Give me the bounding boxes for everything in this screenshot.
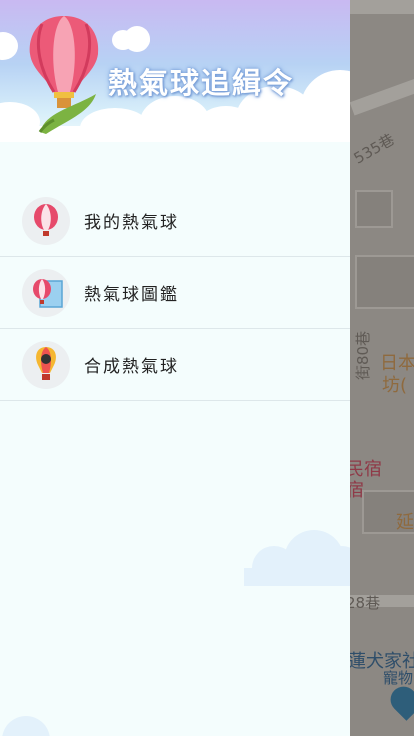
map-label-yan: 延 [396,512,414,533]
menu-item-balloon-guide[interactable]: 熱氣球圖鑑 [0,257,350,329]
balloon-guide-icon [22,268,70,317]
menu-item-my-balloon[interactable]: 我的熱氣球 [0,185,350,257]
map-label-street-80: 街80巷 [354,330,373,381]
map-block [355,190,393,228]
balloon-icon [22,196,70,245]
map-block [355,255,414,309]
navigation-drawer: 熱氣球追緝令 我的熱氣球 熱氣球圖鑑 合成熱氣球 [0,0,350,736]
map-label-lane-535: 535巷 [350,130,398,168]
decorative-cloud [244,530,350,586]
map-label-pet: 寵物 [383,669,414,687]
menu-item-balloon-synthesis[interactable]: 合成熱氣球 [0,329,350,401]
menu-label: 合成熱氣球 [84,357,179,377]
drawer-menu: 我的熱氣球 熱氣球圖鑑 合成熱氣球 [0,185,350,401]
app-title: 熱氣球追緝令 [108,66,295,100]
balloon-synthesis-icon [22,340,70,389]
balloon-logo-icon [29,16,99,134]
map-label-shop: 坊( [382,375,408,396]
cloud [0,32,18,60]
drawer-header: 熱氣球追緝令 [0,0,350,142]
decorative-cloud [2,716,50,736]
menu-label: 我的熱氣球 [84,213,179,233]
menu-label: 熱氣球圖鑑 [84,285,179,305]
cloud [136,32,150,48]
map-label-lane-28: 28巷 [346,594,381,612]
